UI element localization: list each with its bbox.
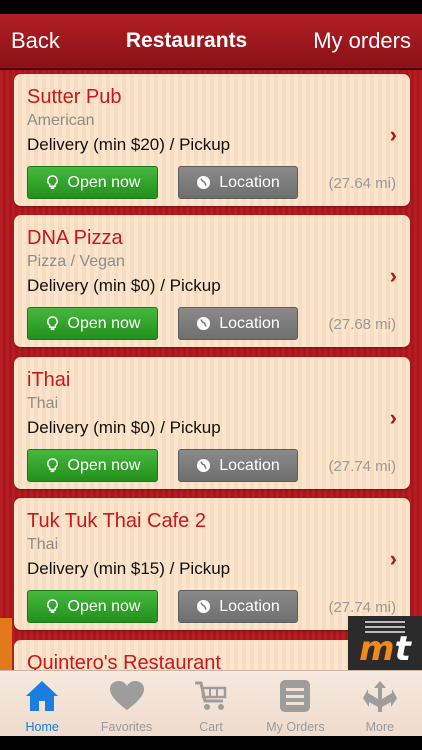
- location-button[interactable]: Location: [178, 307, 298, 340]
- location-button[interactable]: Location: [178, 449, 298, 482]
- distance-label: (27.74 mi): [328, 599, 396, 616]
- globe-icon: [197, 599, 211, 614]
- my-orders-button[interactable]: My orders: [313, 28, 411, 54]
- bottom-bar: [0, 736, 422, 750]
- side-tab-handle[interactable]: [0, 618, 12, 670]
- list-icon: [280, 680, 311, 712]
- home-icon: [26, 681, 59, 711]
- back-button[interactable]: Back: [11, 28, 60, 54]
- tab-label: Home: [25, 720, 59, 734]
- globe-icon: [197, 458, 211, 473]
- restaurant-list[interactable]: Sutter Pub American Delivery (min $20) /…: [0, 70, 422, 670]
- restaurant-card[interactable]: DNA Pizza Pizza / Vegan Delivery (min $0…: [14, 215, 410, 347]
- restaurant-cuisine: Thai: [27, 395, 59, 412]
- open-now-label: Open now: [67, 597, 141, 615]
- restaurant-name: Quintero's Restaurant: [27, 652, 221, 670]
- location-label: Location: [219, 597, 280, 615]
- open-now-button[interactable]: Open now: [27, 590, 158, 623]
- tab-home[interactable]: Home: [0, 671, 84, 736]
- open-now-button[interactable]: Open now: [27, 166, 158, 199]
- mt-logo: mt: [348, 616, 422, 670]
- open-now-button[interactable]: Open now: [27, 307, 158, 340]
- delivery-info: Delivery (min $20) / Pickup: [27, 135, 231, 154]
- restaurant-name: Tuk Tuk Thai Cafe 2: [27, 510, 206, 532]
- open-now-label: Open now: [67, 173, 141, 191]
- lightbulb-icon: [46, 175, 58, 190]
- location-button[interactable]: Location: [178, 166, 298, 199]
- open-now-button[interactable]: Open now: [27, 449, 158, 482]
- tab-my-orders[interactable]: My Orders: [253, 671, 337, 736]
- location-label: Location: [219, 314, 280, 332]
- restaurant-name: DNA Pizza: [27, 227, 123, 249]
- navigation-bar: Back Restaurants My orders: [0, 14, 422, 69]
- cart-icon: [195, 681, 227, 710]
- distance-label: (27.68 mi): [328, 316, 396, 333]
- heart-icon: [109, 681, 144, 710]
- more-icon: [362, 681, 397, 712]
- tab-more[interactable]: More: [338, 671, 422, 736]
- globe-icon: [197, 316, 211, 331]
- lightbulb-icon: [46, 599, 58, 614]
- globe-icon: [197, 175, 211, 190]
- status-bar: [0, 0, 422, 14]
- tab-label: My Orders: [266, 720, 325, 734]
- tab-label: Cart: [199, 720, 223, 734]
- page-title: Restaurants: [125, 29, 248, 52]
- tab-cart[interactable]: Cart: [169, 671, 253, 736]
- restaurant-cuisine: American: [27, 112, 95, 129]
- restaurant-card[interactable]: iThai Thai Delivery (min $0) / Pickup › …: [14, 357, 410, 489]
- tab-label: Favorites: [100, 720, 153, 734]
- restaurant-card[interactable]: Sutter Pub American Delivery (min $20) /…: [14, 74, 410, 206]
- tab-label: More: [365, 720, 395, 734]
- lightbulb-icon: [46, 316, 58, 331]
- restaurant-name: iThai: [27, 369, 71, 391]
- restaurant-cuisine: Thai: [27, 536, 59, 553]
- chevron-right-icon[interactable]: ›: [390, 263, 397, 289]
- location-button[interactable]: Location: [178, 590, 298, 623]
- chevron-right-icon[interactable]: ›: [390, 405, 397, 431]
- chevron-right-icon[interactable]: ›: [390, 546, 397, 572]
- delivery-info: Delivery (min $0) / Pickup: [27, 418, 221, 437]
- restaurant-card[interactable]: Tuk Tuk Thai Cafe 2 Thai Delivery (min $…: [14, 498, 410, 630]
- location-label: Location: [219, 456, 280, 474]
- distance-label: (27.64 mi): [328, 175, 396, 192]
- chevron-right-icon[interactable]: ›: [390, 122, 397, 148]
- open-now-label: Open now: [67, 314, 141, 332]
- location-label: Location: [219, 173, 280, 191]
- restaurant-cuisine: Pizza / Vegan: [27, 253, 125, 270]
- logo-text: mt: [359, 629, 411, 669]
- lightbulb-icon: [46, 458, 58, 473]
- delivery-info: Delivery (min $15) / Pickup: [27, 559, 231, 578]
- tab-bar: Home Favorites Cart My Orders More: [0, 670, 422, 736]
- tab-favorites[interactable]: Favorites: [84, 671, 168, 736]
- delivery-info: Delivery (min $0) / Pickup: [27, 276, 221, 295]
- open-now-label: Open now: [67, 456, 141, 474]
- distance-label: (27.74 mi): [328, 458, 396, 475]
- restaurant-name: Sutter Pub: [27, 86, 122, 108]
